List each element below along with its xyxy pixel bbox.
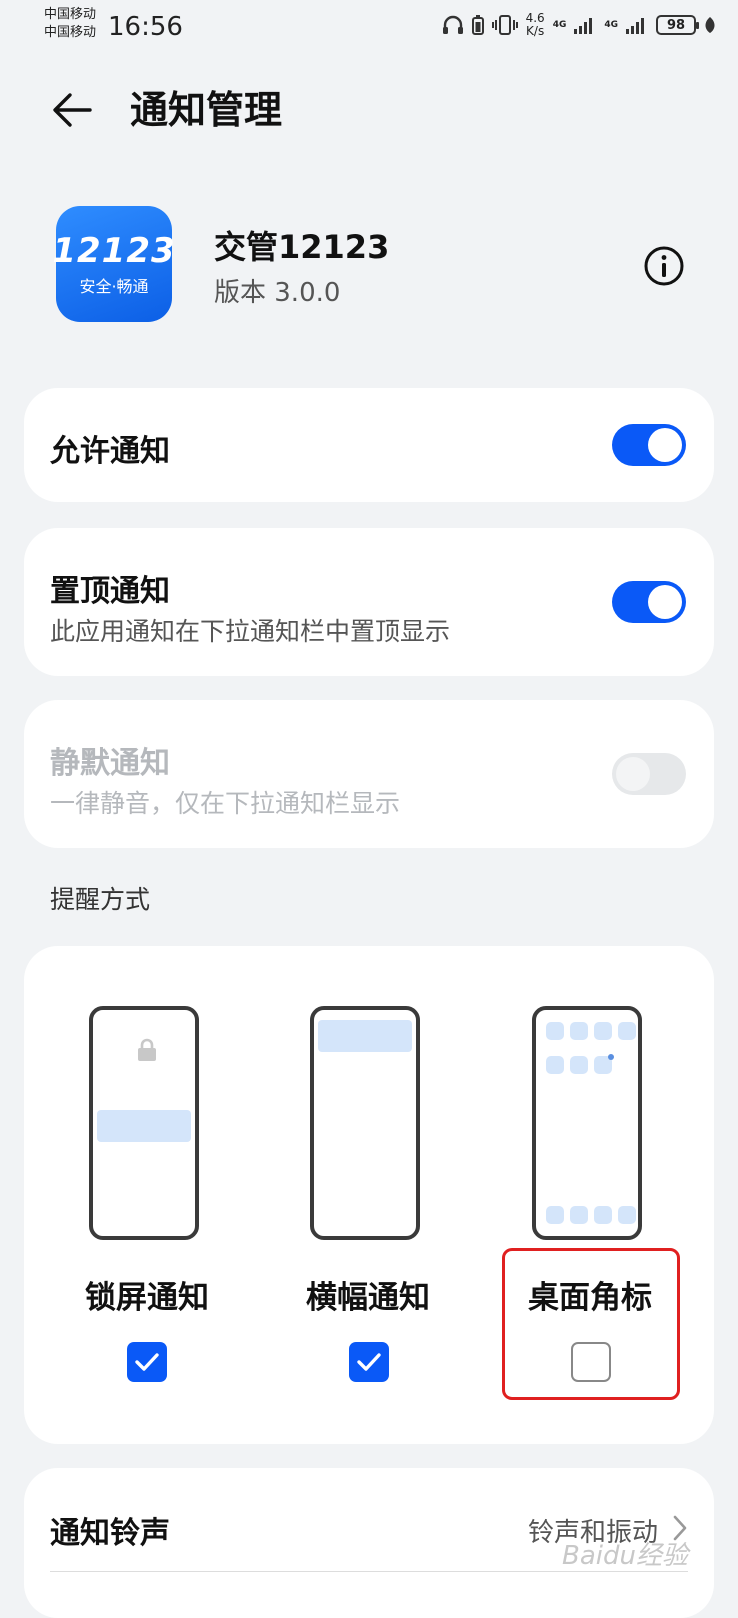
battery-icon: 98 — [656, 15, 699, 35]
dock-dot — [618, 1206, 636, 1224]
network-speed-unit: K/s — [526, 24, 545, 38]
app-dot — [594, 1022, 612, 1040]
app-dot — [570, 1056, 588, 1074]
banner-preview — [310, 1006, 420, 1240]
silent-notifications-subtitle: 一律静音，仅在下拉通知栏显示 — [50, 789, 401, 818]
ringtone-title: 通知铃声 — [50, 1516, 170, 1551]
toggle-knob — [648, 428, 682, 462]
lockscreen-label: 锁屏通知 — [85, 1280, 209, 1316]
app-version: 版本 3.0.0 — [214, 278, 341, 308]
app-icon: 12123 安全·畅通 — [52, 206, 175, 322]
lock-icon — [138, 1038, 156, 1061]
dock-dot — [594, 1206, 612, 1224]
status-bar: 中国移动 中国移动 16:56 4.6 K/s 4G 4G 98 — [0, 0, 738, 56]
network-type-2: 4G — [604, 20, 618, 30]
carrier-1: 中国移动 — [44, 7, 97, 22]
page-title: 通知管理 — [130, 88, 283, 132]
app-info-button[interactable] — [642, 244, 686, 288]
banner-notification-bar — [318, 1020, 412, 1052]
pinned-notifications-toggle[interactable] — [612, 581, 686, 623]
silent-notifications-toggle[interactable] — [612, 753, 686, 795]
silent-notifications-row[interactable]: 静默通知 一律静音，仅在下拉通知栏显示 — [24, 700, 714, 848]
network-type-1: 4G — [552, 20, 567, 30]
pinned-notifications-row[interactable]: 置顶通知 此应用通知在下拉通知栏中置顶显示 — [24, 528, 714, 676]
badge-dot — [608, 1054, 614, 1060]
app-dot — [618, 1022, 636, 1040]
info-icon — [644, 246, 684, 286]
network-speed: 4.6 K/s — [526, 12, 545, 38]
lockscreen-notification-bar — [97, 1110, 191, 1142]
app-icon-slogan: 安全·畅通 — [79, 277, 149, 296]
checkmark-icon — [135, 1353, 159, 1371]
allow-notifications-toggle[interactable] — [612, 424, 686, 466]
carrier-info: 中国移动 中国移动 — [44, 6, 96, 42]
leaf-icon — [705, 17, 715, 33]
reminder-section-label: 提醒方式 — [50, 885, 151, 914]
lockscreen-preview — [89, 1006, 199, 1240]
back-arrow-icon — [53, 93, 92, 127]
vibrate-icon — [491, 15, 518, 35]
app-name: 交管12123 — [214, 228, 390, 266]
header: 通知管理 — [0, 70, 738, 150]
toggle-knob — [616, 757, 650, 791]
toggle-knob — [648, 585, 682, 619]
watermark: Baidu经验 — [562, 1541, 688, 1571]
status-clock: 16:56 — [108, 12, 183, 42]
charging-battery-icon — [471, 15, 484, 35]
banner-label: 横幅通知 — [306, 1280, 430, 1316]
allow-notifications-title: 允许通知 — [50, 434, 170, 469]
status-icons: 4.6 K/s 4G 4G 98 — [442, 12, 716, 38]
banner-checkbox[interactable] — [349, 1342, 389, 1382]
app-dot — [546, 1056, 564, 1074]
dock-dot — [546, 1206, 564, 1224]
signal-2-icon — [626, 18, 644, 34]
battery-level: 98 — [666, 17, 686, 33]
badge-preview — [532, 1006, 642, 1240]
app-dot — [546, 1022, 564, 1040]
lockscreen-checkbox[interactable] — [127, 1342, 167, 1382]
allow-notifications-row[interactable]: 允许通知 — [24, 388, 714, 502]
pinned-notifications-title: 置顶通知 — [50, 574, 170, 609]
carrier-2: 中国移动 — [44, 25, 97, 40]
headphones-icon — [442, 15, 463, 34]
silent-notifications-title: 静默通知 — [50, 746, 170, 781]
app-icon-number: 12123 — [52, 231, 176, 271]
highlight-box — [502, 1248, 680, 1400]
signal-1-icon — [574, 18, 593, 34]
pinned-notifications-subtitle: 此应用通知在下拉通知栏中置顶显示 — [50, 617, 451, 646]
back-button[interactable] — [46, 84, 98, 136]
app-dot — [570, 1022, 588, 1040]
dock-dot — [570, 1206, 588, 1224]
checkmark-icon — [357, 1353, 381, 1371]
